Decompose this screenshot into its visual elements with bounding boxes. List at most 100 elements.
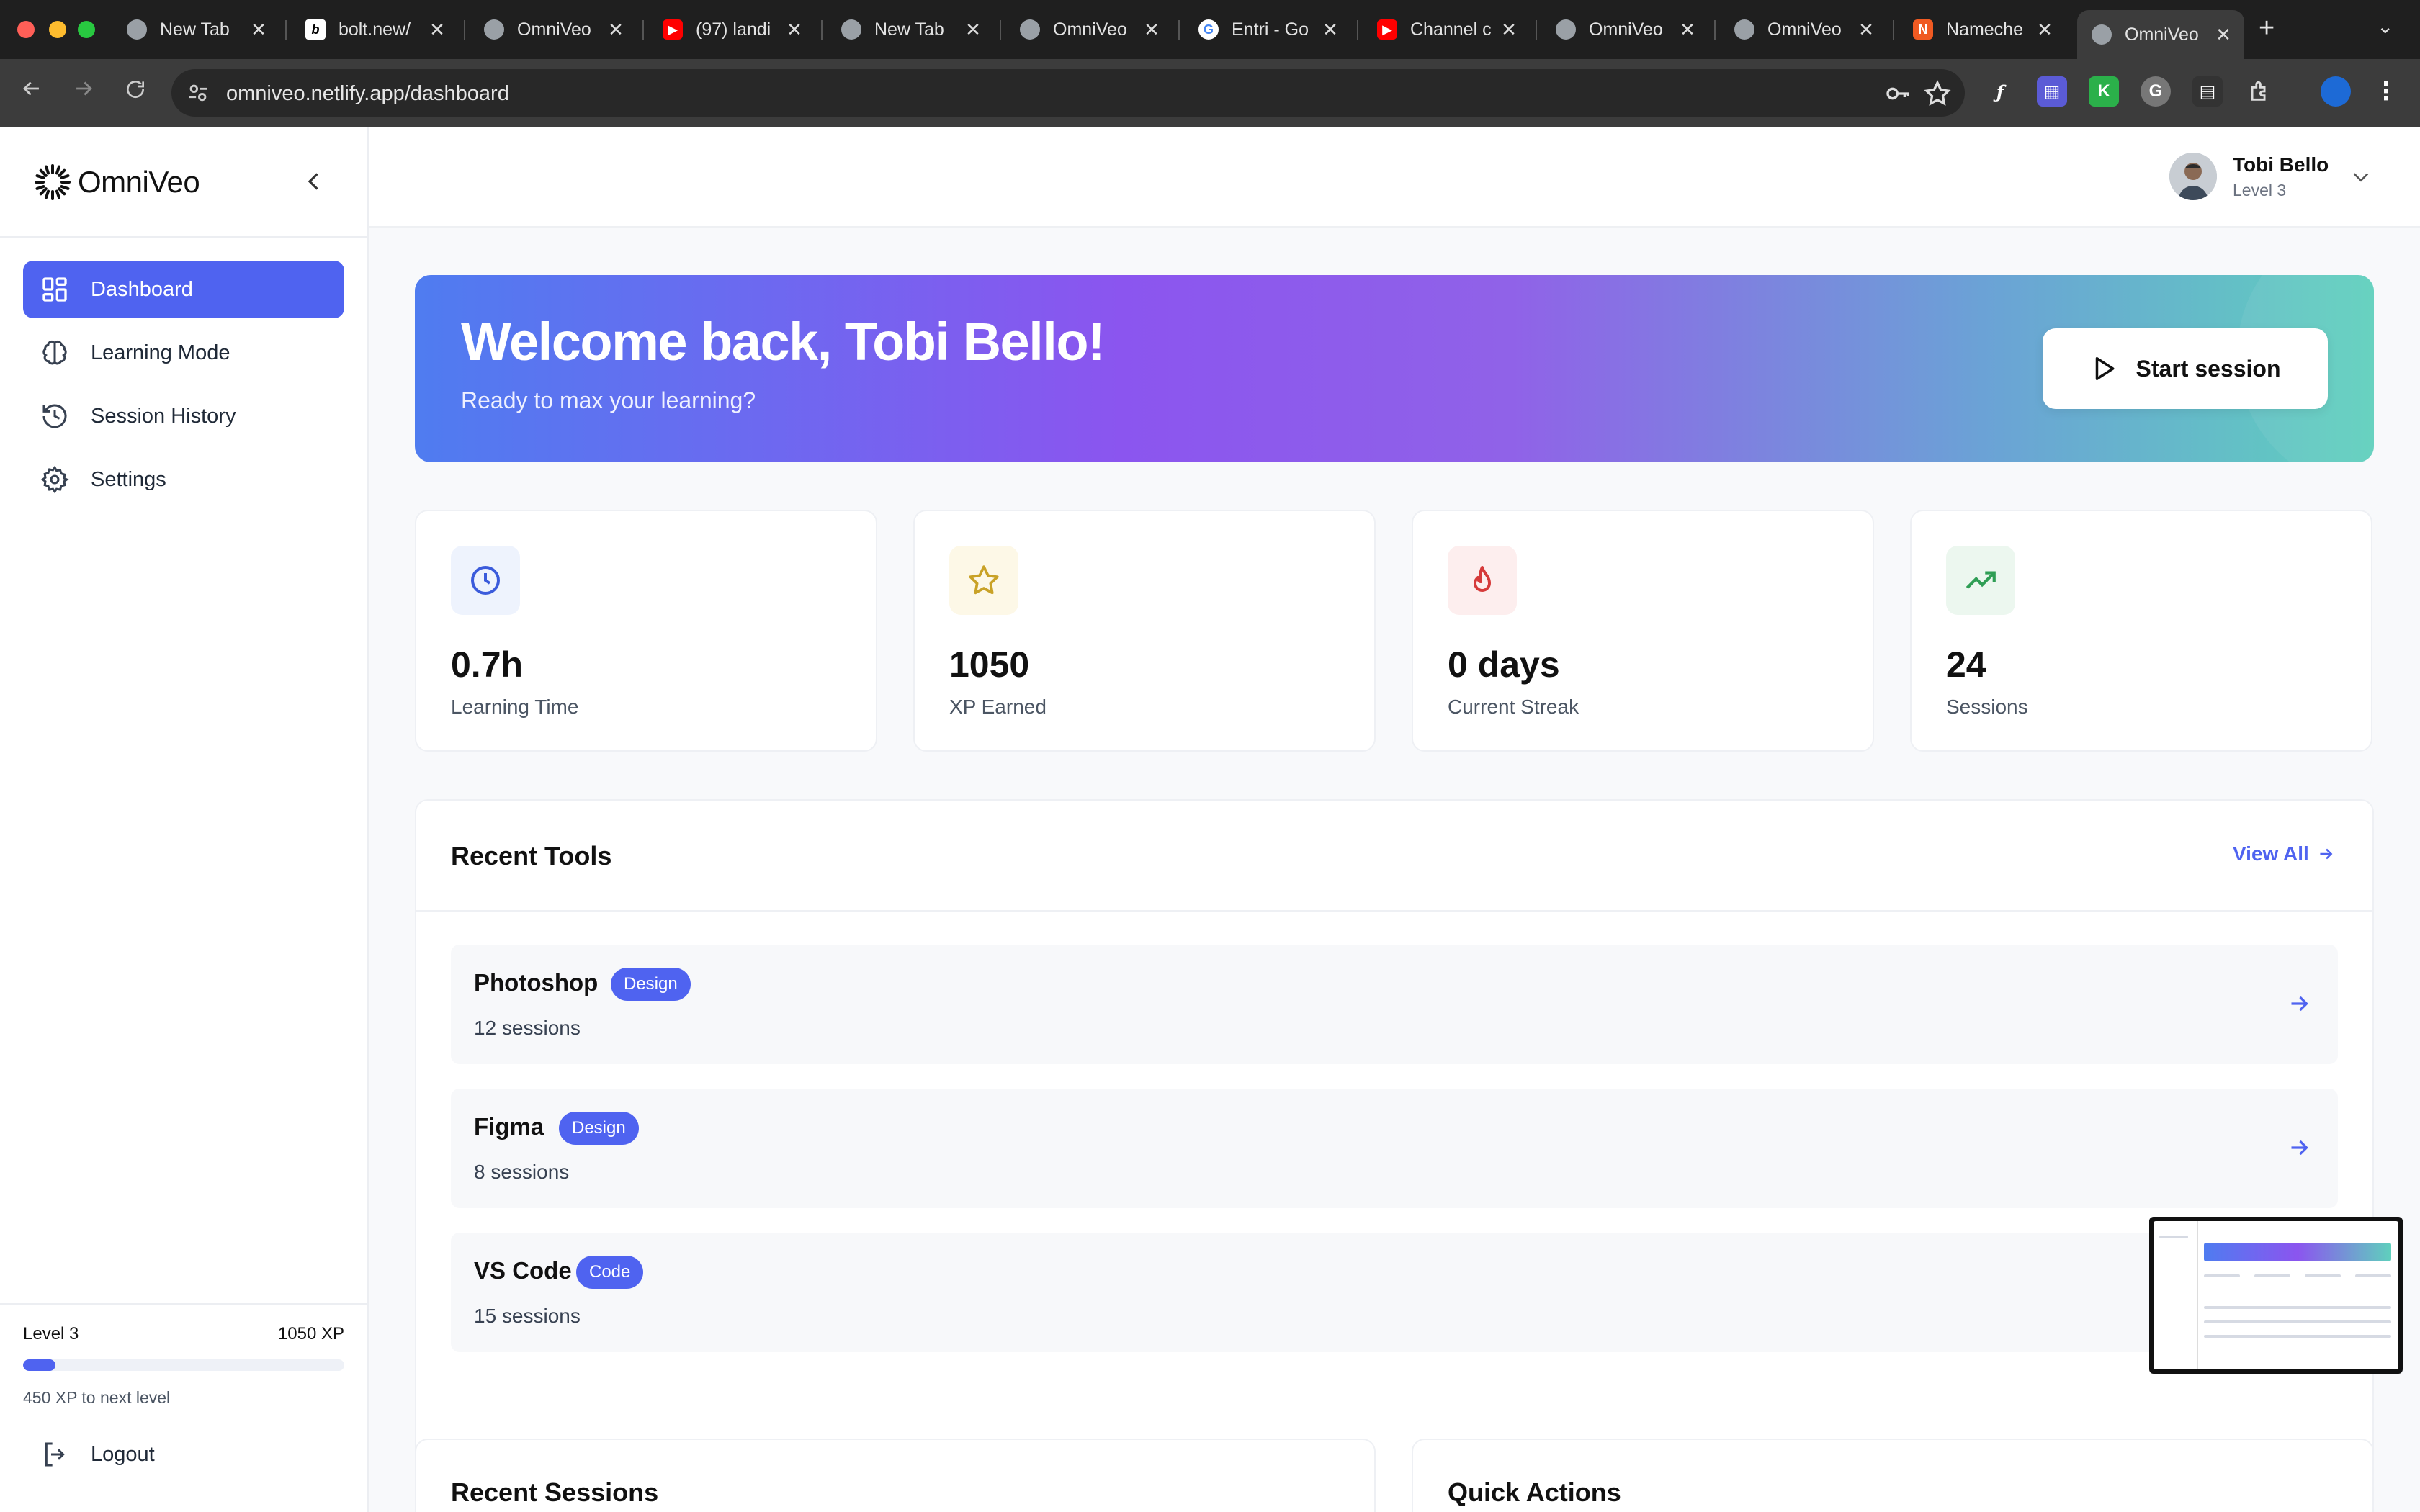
youtube-icon: ▶ <box>663 19 683 40</box>
forward-button[interactable] <box>66 75 101 109</box>
user-menu[interactable]: Tobi Bello Level 3 <box>2169 153 2329 200</box>
tab-close-icon[interactable]: ✕ <box>784 19 805 41</box>
tab-close-icon[interactable]: ✕ <box>2213 24 2234 46</box>
quick-actions-card: Quick Actions <box>1412 1439 2374 1512</box>
chevron-down-icon[interactable] <box>2351 170 2371 184</box>
tab-divider <box>1714 20 1716 40</box>
window-zoom-button[interactable] <box>78 21 95 38</box>
tab-divider <box>642 20 644 40</box>
tool-name: Figma <box>474 1113 544 1140</box>
stat-icon-wrap <box>1946 546 2015 615</box>
tab-title: OmniVeo <box>2125 24 2199 45</box>
window-minimize-button[interactable] <box>49 21 66 38</box>
tab-close-icon[interactable]: ✕ <box>2034 19 2056 41</box>
globe-icon <box>1556 19 1576 40</box>
recent-tools-card: Recent Tools View All Photoshop Design 1… <box>415 799 2374 1512</box>
tab-divider <box>1536 20 1537 40</box>
arrow-right-icon <box>2320 848 2333 860</box>
level-label: Level 3 <box>23 1324 79 1344</box>
bookmark-star-icon[interactable] <box>1923 79 1952 108</box>
tab-title: Channel c <box>1410 19 1492 40</box>
sidebar-item-dashboard[interactable]: Dashboard <box>23 261 344 318</box>
puzzle-extensions-icon[interactable] <box>2244 76 2275 107</box>
tab-close-icon[interactable]: ✕ <box>1498 19 1520 41</box>
stat-card-learning-time: 0.7h Learning Time <box>415 510 877 752</box>
tab-close-icon[interactable]: ✕ <box>248 19 269 41</box>
sidebar-item-settings[interactable]: Settings <box>23 451 344 508</box>
globe-icon <box>1734 19 1754 40</box>
browser-tab[interactable]: N Nameche ✕ <box>1899 10 2066 49</box>
recent-sessions-title: Recent Sessions <box>451 1477 659 1507</box>
view-all-link[interactable]: View All <box>2233 842 2335 865</box>
tab-search-chevron-icon[interactable]: ⌄ <box>2377 14 2393 38</box>
browser-tab[interactable]: New Tab ✕ <box>112 10 279 49</box>
browser-tab[interactable]: ▶ (97) landi ✕ <box>648 10 815 49</box>
thumbnail-line <box>2204 1320 2391 1323</box>
browser-tab[interactable]: OmniVeo ✕ <box>1720 10 1887 49</box>
site-info-icon[interactable] <box>186 81 210 105</box>
tab-close-icon[interactable]: ✕ <box>1141 19 1162 41</box>
dashboard-grid-icon <box>42 277 67 302</box>
browser-tab[interactable]: OmniVeo ✕ <box>470 10 637 49</box>
formula-extension-icon[interactable]: ƒ <box>1985 76 2015 107</box>
notes-extension-icon[interactable]: ▤ <box>2192 76 2223 107</box>
back-button[interactable] <box>14 75 49 109</box>
browser-toolbar: omniveo.netlify.app/dashboard ƒ ▦ K G ▤ … <box>0 59 2420 127</box>
address-bar[interactable]: omniveo.netlify.app/dashboard <box>171 69 1965 117</box>
tool-row-figma[interactable]: Figma Design 8 sessions <box>451 1089 2338 1208</box>
welcome-subtitle: Ready to max your learning? <box>461 387 756 413</box>
thumbnail-line <box>2254 1274 2290 1277</box>
xp-next-level: 450 XP to next level <box>23 1388 171 1407</box>
stat-value: 0.7h <box>451 644 524 685</box>
sidebar-item-label: Dashboard <box>91 277 193 301</box>
level-summary: Level 3 1050 XP <box>23 1324 344 1344</box>
tab-title: bolt.new/ <box>339 19 411 40</box>
window-close-button[interactable] <box>17 21 35 38</box>
start-session-button[interactable]: Start session <box>2043 328 2328 409</box>
collapse-sidebar-chevron-left-icon[interactable] <box>301 164 327 199</box>
tab-close-icon[interactable]: ✕ <box>1319 19 1341 41</box>
browser-tab[interactable]: OmniVeo ✕ <box>1541 10 1708 49</box>
tool-row-photoshop[interactable]: Photoshop Design 12 sessions <box>451 945 2338 1064</box>
logout-button[interactable]: Logout <box>40 1440 155 1469</box>
arrow-right-icon[interactable] <box>2286 991 2312 1017</box>
sidebar-item-label: Settings <box>91 467 166 491</box>
sidebar-item-learning-mode[interactable]: Learning Mode <box>23 324 344 382</box>
card-divider <box>416 910 2372 912</box>
stat-label: Sessions <box>1946 696 2028 718</box>
browser-tab[interactable]: b bolt.new/ ✕ <box>291 10 458 49</box>
logo[interactable]: OmniVeo <box>33 163 200 202</box>
xp-progress-bar <box>23 1359 344 1371</box>
tab-close-icon[interactable]: ✕ <box>1855 19 1877 41</box>
tool-row-vs-code[interactable]: VS Code Code 15 sessions <box>451 1233 2338 1352</box>
browser-tab[interactable]: New Tab ✕ <box>827 10 994 49</box>
new-tab-button[interactable]: + <box>2259 13 2275 44</box>
tab-close-icon[interactable]: ✕ <box>426 19 448 41</box>
reload-button[interactable] <box>118 75 153 109</box>
tool-name: Photoshop <box>474 969 599 996</box>
tab-divider <box>464 20 465 40</box>
browser-tab[interactable]: ▶ Channel c ✕ <box>1363 10 1530 49</box>
grid-extension-icon[interactable]: ▦ <box>2037 76 2067 107</box>
xp-total: 1050 XP <box>277 1324 344 1344</box>
browser-tab[interactable]: OmniVeo ✕ <box>1005 10 1173 49</box>
stat-icon-wrap <box>1448 546 1517 615</box>
profile-avatar-icon[interactable] <box>2321 76 2351 107</box>
sidebar-divider <box>0 236 367 238</box>
browser-tab[interactable]: G Entri - Go ✕ <box>1184 10 1351 49</box>
more-menu-icon[interactable]: ⋮ <box>2371 76 2401 107</box>
browser-tab-active[interactable]: OmniVeo ✕ <box>2077 10 2244 59</box>
tab-close-icon[interactable]: ✕ <box>962 19 984 41</box>
play-icon <box>2095 357 2114 380</box>
k-extension-icon[interactable]: K <box>2089 76 2119 107</box>
welcome-banner: Welcome back, Tobi Bello! Ready to max y… <box>415 275 2374 462</box>
arrow-right-icon[interactable] <box>2286 1135 2312 1161</box>
tab-close-icon[interactable]: ✕ <box>605 19 627 41</box>
grammarly-extension-icon[interactable]: G <box>2141 76 2171 107</box>
tab-close-icon[interactable]: ✕ <box>1677 19 1698 41</box>
password-key-icon[interactable] <box>1884 79 1913 108</box>
sidebar-item-session-history[interactable]: Session History <box>23 387 344 445</box>
screenshot-preview-thumbnail[interactable] <box>2149 1217 2403 1374</box>
start-session-label: Start session <box>2136 355 2281 382</box>
tool-session-count: 15 sessions <box>474 1305 581 1327</box>
